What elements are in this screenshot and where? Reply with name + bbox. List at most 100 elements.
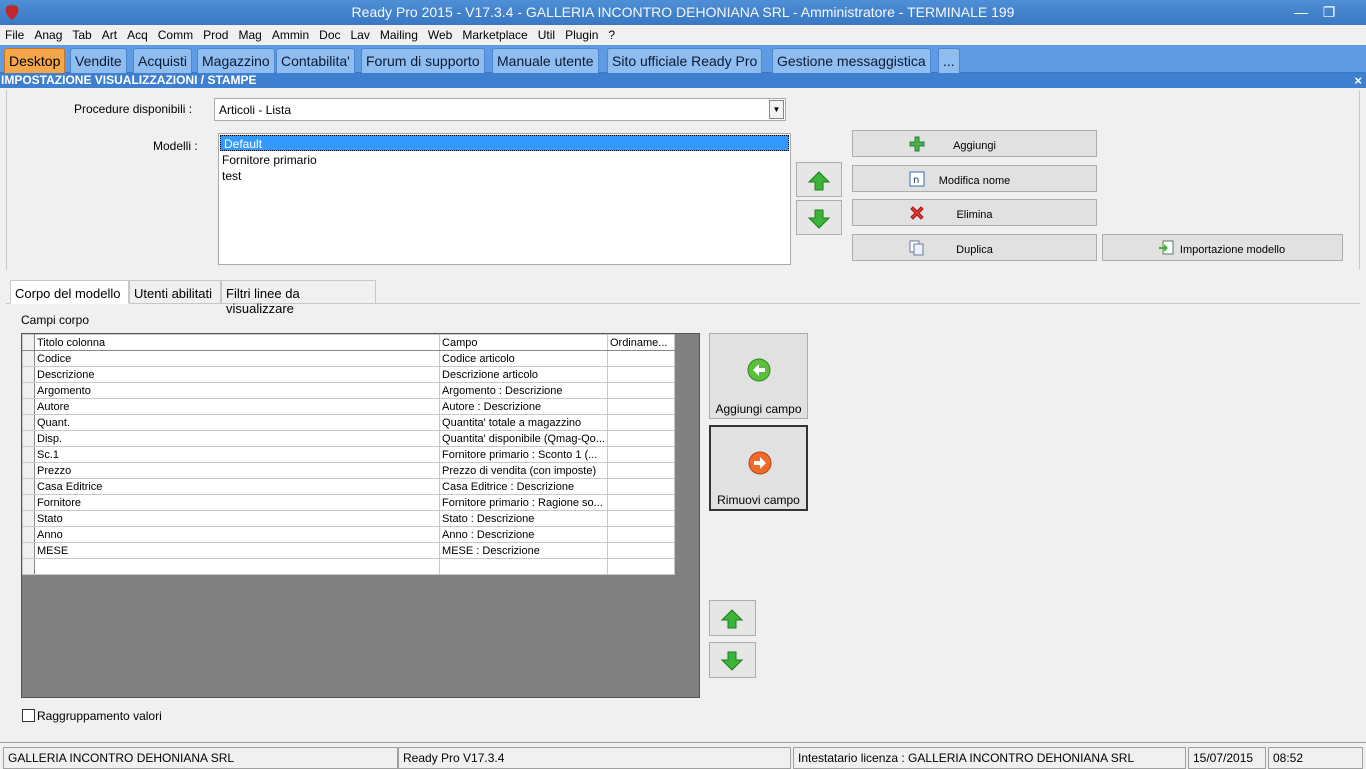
table-cell[interactable]: Quantita' totale a magazzino <box>439 414 608 431</box>
table-cell[interactable]: Codice articolo <box>439 350 608 367</box>
table-row[interactable]: Quant. Quantita' totale a magazzino <box>22 414 676 431</box>
remove-field-button[interactable]: Rimuovi campo <box>709 425 808 511</box>
row-selector[interactable] <box>22 478 35 495</box>
table-cell[interactable]: Sc.1 <box>33 446 441 463</box>
row-selector[interactable] <box>22 350 35 367</box>
move-model-up-button[interactable] <box>796 162 842 197</box>
column-header[interactable]: Campo <box>439 334 608 351</box>
row-selector[interactable] <box>22 398 35 415</box>
tab-sito-ufficiale[interactable]: Sito ufficiale Ready Pro <box>607 48 763 73</box>
table-cell[interactable]: Stato <box>33 510 441 527</box>
table-cell[interactable] <box>606 510 676 527</box>
table-cell[interactable]: Prezzo <box>33 462 441 479</box>
subtab-utenti[interactable]: Utenti abilitati <box>129 280 221 304</box>
tab-desktop[interactable]: Desktop <box>4 48 66 73</box>
maximize-button[interactable]: ❐ <box>1315 0 1343 24</box>
menu-doc[interactable]: Doc <box>314 25 345 42</box>
table-cell[interactable]: Fornitore <box>33 494 441 511</box>
table-cell[interactable]: Quantita' disponibile (Qmag-Qo... <box>439 430 608 447</box>
table-cell[interactable]: Descrizione <box>33 366 441 383</box>
row-selector[interactable] <box>22 382 35 399</box>
menu-file[interactable]: File <box>0 25 29 42</box>
tab-magazzino[interactable]: Magazzino <box>197 48 275 73</box>
table-cell[interactable] <box>606 446 676 463</box>
table-cell[interactable] <box>606 382 676 399</box>
table-row[interactable]: Fornitore Fornitore primario : Ragione so… <box>22 494 676 511</box>
menu-marketplace[interactable]: Marketplace <box>457 25 532 42</box>
menu-ammin[interactable]: Ammin <box>267 25 314 42</box>
menu-lav[interactable]: Lav <box>346 25 375 42</box>
rename-model-button[interactable]: n Modifica nome <box>852 165 1097 192</box>
import-model-button[interactable]: Importazione modello <box>1102 234 1343 261</box>
model-item[interactable]: Fornitore primario <box>219 152 790 168</box>
column-header[interactable]: Ordiname... <box>606 334 676 351</box>
table-cell[interactable] <box>606 398 676 415</box>
table-cell[interactable]: MESE : Descrizione <box>439 542 608 559</box>
close-panel-icon[interactable]: × <box>1354 73 1362 88</box>
move-field-up-button[interactable] <box>709 600 756 636</box>
table-row[interactable]: Descrizione Descrizione articolo <box>22 366 676 383</box>
duplicate-model-button[interactable]: Duplica <box>852 234 1097 261</box>
tab-contabilita[interactable]: Contabilita' <box>276 48 355 73</box>
menu-acq[interactable]: Acq <box>122 25 153 42</box>
dropdown-arrow-icon[interactable]: ▼ <box>769 100 784 119</box>
table-cell[interactable] <box>606 494 676 511</box>
table-row[interactable]: Sc.1 Fornitore primario : Sconto 1 (... <box>22 446 676 463</box>
subtab-corpo[interactable]: Corpo del modello <box>10 280 129 304</box>
model-item[interactable]: Default <box>220 135 789 151</box>
models-list[interactable]: Default Fornitore primario test <box>218 133 791 265</box>
subtab-filtri[interactable]: Filtri linee da visualizzare <box>221 280 376 316</box>
menu-mailing[interactable]: Mailing <box>375 25 423 42</box>
table-cell[interactable] <box>606 414 676 431</box>
table-cell[interactable]: Anno <box>33 526 441 543</box>
tab-vendite[interactable]: Vendite <box>70 48 127 73</box>
table-cell[interactable]: Anno : Descrizione <box>439 526 608 543</box>
table-row[interactable]: MESE MESE : Descrizione <box>22 542 676 559</box>
table-row[interactable]: Stato Stato : Descrizione <box>22 510 676 527</box>
procedure-select[interactable]: Articoli - Lista ▼ <box>214 98 786 121</box>
menu-web[interactable]: Web <box>423 25 457 42</box>
table-cell[interactable] <box>606 430 676 447</box>
row-selector[interactable] <box>22 558 35 575</box>
menu-plugin[interactable]: Plugin <box>560 25 603 42</box>
table-cell[interactable] <box>606 462 676 479</box>
menu-anag[interactable]: Anag <box>29 25 67 42</box>
table-row[interactable]: Disp. Quantita' disponibile (Qmag-Qo... <box>22 430 676 447</box>
menu-art[interactable]: Art <box>97 25 122 42</box>
table-cell[interactable]: Fornitore primario : Sconto 1 (... <box>439 446 608 463</box>
tab-acquisti[interactable]: Acquisti <box>133 48 193 73</box>
column-header[interactable]: Titolo colonna <box>33 334 441 351</box>
tab-more[interactable]: ... <box>938 48 960 73</box>
table-cell[interactable]: MESE <box>33 542 441 559</box>
row-selector[interactable] <box>22 542 35 559</box>
tab-gestione-messaggistica[interactable]: Gestione messaggistica <box>772 48 931 73</box>
row-selector[interactable] <box>22 430 35 447</box>
table-cell[interactable]: Fornitore primario : Ragione so... <box>439 494 608 511</box>
table-cell[interactable]: Casa Editrice : Descrizione <box>439 478 608 495</box>
table-cell[interactable]: Argomento : Descrizione <box>439 382 608 399</box>
table-cell[interactable]: Prezzo di vendita (con imposte) <box>439 462 608 479</box>
table-row[interactable] <box>22 558 676 575</box>
row-selector[interactable] <box>22 494 35 511</box>
table-cell[interactable] <box>606 478 676 495</box>
menu-tab[interactable]: Tab <box>67 25 96 42</box>
tab-forum[interactable]: Forum di supporto <box>361 48 485 73</box>
table-cell[interactable] <box>606 526 676 543</box>
add-model-button[interactable]: Aggiungi <box>852 130 1097 157</box>
table-row[interactable]: Anno Anno : Descrizione <box>22 526 676 543</box>
table-cell[interactable]: Autore : Descrizione <box>439 398 608 415</box>
menu-util[interactable]: Util <box>533 25 560 42</box>
table-cell[interactable] <box>606 350 676 367</box>
table-cell[interactable]: Stato : Descrizione <box>439 510 608 527</box>
table-row[interactable]: Autore Autore : Descrizione <box>22 398 676 415</box>
table-row[interactable]: Casa Editrice Casa Editrice : Descrizione <box>22 478 676 495</box>
row-selector[interactable] <box>22 366 35 383</box>
row-selector[interactable] <box>22 446 35 463</box>
table-cell[interactable]: Argomento <box>33 382 441 399</box>
table-cell[interactable] <box>606 366 676 383</box>
table-cell[interactable]: Disp. <box>33 430 441 447</box>
minimize-button[interactable]: — <box>1287 0 1315 24</box>
grouping-checkbox[interactable] <box>22 709 35 722</box>
table-row[interactable]: Argomento Argomento : Descrizione <box>22 382 676 399</box>
table-cell[interactable]: Casa Editrice <box>33 478 441 495</box>
